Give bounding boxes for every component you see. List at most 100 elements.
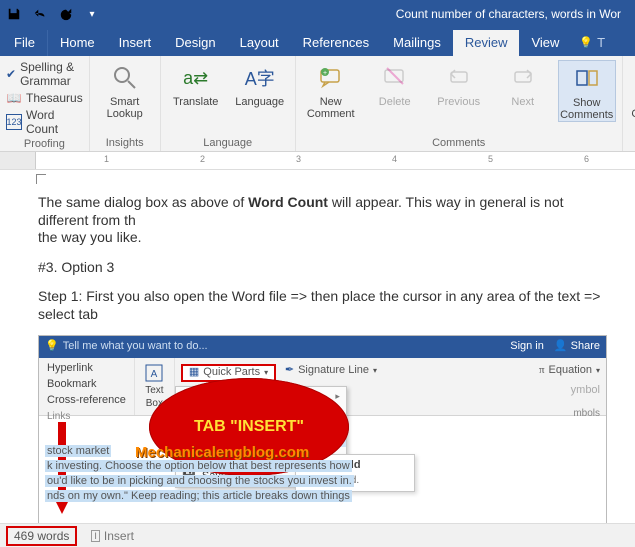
embedded-screenshot: 💡 Tell me what you want to do... Sign in…: [38, 335, 607, 527]
ruler-mark-6: 6: [584, 154, 589, 164]
inner-links-label: Links: [47, 411, 126, 424]
thesaurus-label: Thesaurus: [26, 91, 83, 105]
ruler-mark-3: 3: [296, 154, 301, 164]
delete-comment-button[interactable]: Delete: [366, 60, 424, 108]
symbol-button-cut: ymbol: [571, 384, 600, 398]
inner-links-group: Hyperlink Bookmark Cross-reference Links: [39, 358, 135, 415]
inner-share[interactable]: 👤 Share: [554, 340, 600, 354]
group-tracking: Track Change: [623, 56, 635, 151]
previous-comment-icon: [443, 62, 475, 94]
sigline-label: Signature Line: [298, 364, 369, 378]
group-language: a⇄ Translate A字 Language Language: [161, 56, 296, 151]
inner-line-1: stock market: [45, 445, 111, 457]
inner-symbols-group-cut: mbols: [573, 408, 600, 421]
equation-label: Equation: [549, 364, 592, 378]
inner-signin[interactable]: Sign in: [510, 340, 544, 354]
language-label: Language: [235, 96, 284, 108]
spelling-grammar-button[interactable]: ✔ Spelling & Grammar: [6, 60, 83, 88]
status-insert-label: Insert: [104, 529, 134, 543]
smart-lookup-icon: [109, 62, 141, 94]
group-proofing: ✔ Spelling & Grammar 📖 Thesaurus 123 Wor…: [0, 56, 90, 151]
next-comment-button[interactable]: Next: [494, 60, 552, 108]
status-insert-mode[interactable]: I Insert: [91, 529, 134, 543]
titlebar: ▾ Count number of characters, words in W…: [0, 0, 635, 28]
save-icon[interactable]: [4, 4, 24, 24]
redo-icon[interactable]: [56, 4, 76, 24]
translate-label: Translate: [173, 96, 218, 108]
show-comments-label: Show Comments: [560, 97, 613, 121]
smart-lookup-label: Smart Lookup: [107, 96, 143, 120]
delete-comment-icon: [379, 62, 411, 94]
translate-button[interactable]: a⇄ Translate: [167, 60, 225, 108]
tab-review[interactable]: Review: [453, 30, 520, 56]
equation-button[interactable]: π Equation ▾: [539, 364, 600, 378]
textbox-icon: A: [144, 363, 164, 383]
track-changes-button[interactable]: Track Change: [629, 60, 635, 120]
inner-crossref[interactable]: Cross-reference: [47, 394, 126, 408]
window-title: Count number of characters, words in Wor: [106, 7, 631, 21]
ruler-left-margin: [0, 152, 36, 169]
paragraph-2: #3. Option 3: [38, 259, 607, 277]
insert-icon: I: [91, 530, 100, 542]
status-word-count[interactable]: 469 words: [6, 526, 77, 546]
oval-text: TAB "INSERT": [194, 417, 304, 437]
tab-insert[interactable]: Insert: [107, 30, 164, 56]
document-body[interactable]: The same dialog box as above of Word Cou…: [0, 170, 635, 535]
wordcount-label: Word Count: [26, 108, 83, 136]
word-count-button[interactable]: 123 Word Count: [6, 108, 83, 136]
inner-hyperlink[interactable]: Hyperlink: [47, 362, 126, 376]
tell-me-search[interactable]: 💡 T: [571, 30, 617, 56]
tell-me-label: T: [597, 30, 605, 56]
lightbulb-icon: 💡: [579, 30, 593, 56]
language-icon: A字: [244, 62, 276, 94]
previous-comment-button[interactable]: Previous: [430, 60, 488, 108]
inner-tell-me[interactable]: 💡 Tell me what you want to do...: [45, 340, 208, 354]
tab-references[interactable]: References: [291, 30, 381, 56]
p1d: the way you like.: [38, 229, 142, 245]
new-comment-label: New Comment: [307, 96, 355, 120]
p1a: The same dialog box as above of: [38, 194, 248, 210]
ruler-mark-1: 1: [104, 154, 109, 164]
comments-group-label: Comments: [302, 135, 616, 149]
ruler-mark-4: 4: [392, 154, 397, 164]
proofing-group-label: Proofing: [6, 136, 83, 150]
tab-file[interactable]: File: [2, 30, 48, 56]
horizontal-ruler[interactable]: 1 2 3 4 5 6: [0, 152, 635, 170]
tab-design[interactable]: Design: [163, 30, 227, 56]
language-button[interactable]: A字 Language: [231, 60, 289, 108]
signature-icon: ✒: [285, 364, 294, 378]
inner-document-text: stock market k investing. Choose the opt…: [45, 444, 600, 503]
translate-icon: a⇄: [180, 62, 212, 94]
tracking-group-label: [629, 147, 635, 149]
inner-bookmark[interactable]: Bookmark: [47, 378, 126, 392]
tab-home[interactable]: Home: [48, 30, 107, 56]
inner-line-3: ou'd like to be in picking and choosing …: [45, 475, 354, 487]
ruler-mark-2: 2: [200, 154, 205, 164]
quickparts-icon: ▦: [189, 366, 199, 380]
signature-line-button[interactable]: ✒ Signature Line ▾: [285, 364, 377, 378]
previous-comment-label: Previous: [437, 96, 480, 108]
smart-lookup-button[interactable]: Smart Lookup: [96, 60, 154, 120]
tab-layout[interactable]: Layout: [228, 30, 291, 56]
insights-group-label: Insights: [96, 135, 154, 149]
inner-tell-label: Tell me what you want to do...: [63, 340, 208, 354]
tab-mailings[interactable]: Mailings: [381, 30, 453, 56]
tab-view[interactable]: View: [519, 30, 571, 56]
delete-comment-label: Delete: [379, 96, 411, 108]
page-corner-marker: [36, 174, 46, 184]
show-comments-icon: [571, 63, 603, 95]
new-comment-button[interactable]: + New Comment: [302, 60, 360, 120]
chevron-down-icon: ▾: [373, 366, 377, 376]
inner-titlebar: 💡 Tell me what you want to do... Sign in…: [39, 336, 606, 358]
paragraph-3: Step 1: First you also open the Word fil…: [38, 288, 607, 323]
status-bar: 469 words I Insert: [0, 523, 635, 547]
inner-line-4: nds on my own." Keep reading; this artic…: [45, 490, 352, 502]
show-comments-button[interactable]: Show Comments: [558, 60, 616, 122]
svg-text:A: A: [151, 369, 158, 380]
language-group-label: Language: [167, 135, 289, 149]
undo-icon[interactable]: [30, 4, 50, 24]
thesaurus-button[interactable]: 📖 Thesaurus: [6, 90, 83, 106]
qat-customize-icon[interactable]: ▾: [82, 4, 102, 24]
ribbon-tabs: File Home Insert Design Layout Reference…: [0, 28, 635, 56]
lightbulb-icon: 💡: [45, 340, 59, 354]
